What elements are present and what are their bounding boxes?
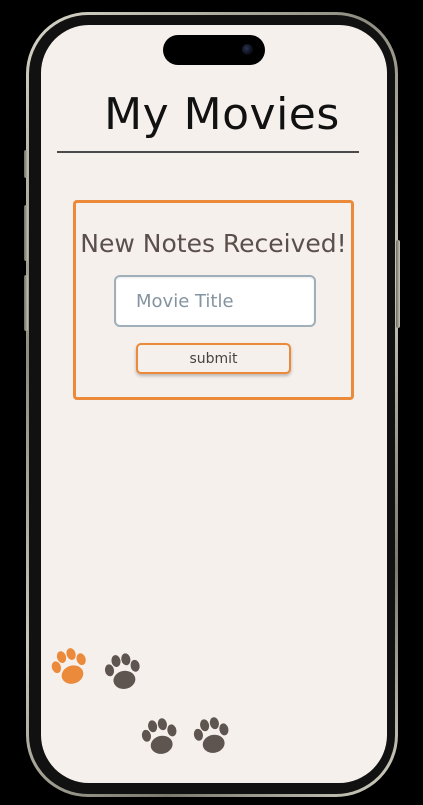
phone-volume-down (24, 275, 28, 331)
notes-heading: New Notes Received! (80, 229, 347, 258)
dynamic-island (163, 35, 265, 65)
paw-icon-brown (141, 718, 177, 754)
page-title: My Movies (104, 89, 340, 140)
paw-icon-brown (104, 653, 140, 689)
paw-icon-brown (193, 717, 229, 753)
phone-power-button (396, 240, 400, 328)
submit-button[interactable]: submit (136, 343, 291, 374)
phone-side-button (24, 150, 28, 178)
paw-icon-orange (51, 648, 86, 684)
app-screen: My Movies New Notes Received! submit (41, 25, 387, 783)
new-notes-card: New Notes Received! submit (73, 200, 354, 400)
title-divider (57, 151, 359, 153)
phone-volume-up (24, 205, 28, 261)
camera-icon (242, 44, 253, 55)
movie-title-input[interactable] (114, 275, 316, 327)
